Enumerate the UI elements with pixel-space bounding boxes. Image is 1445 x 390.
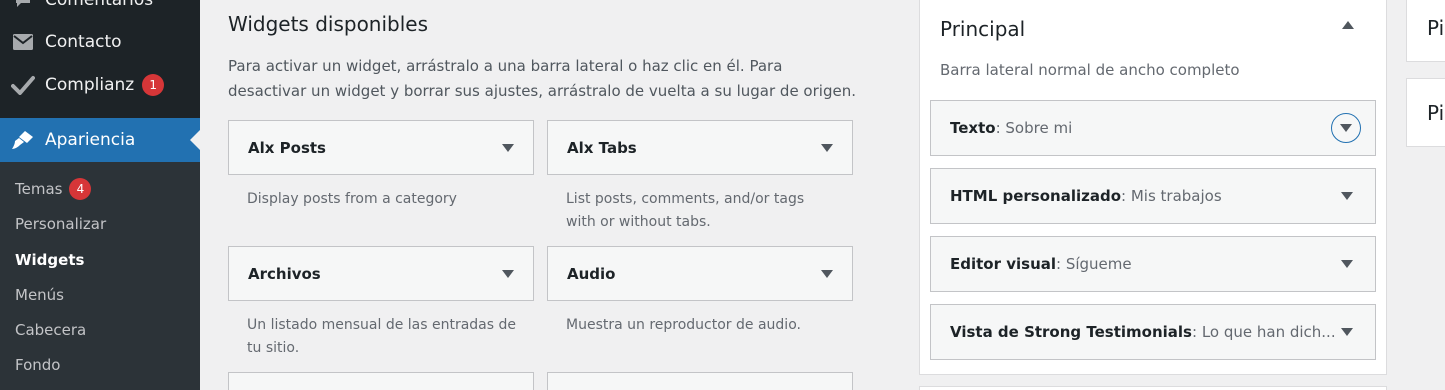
comment-icon (0, 0, 45, 10)
widget-name: Sígueme (1065, 255, 1132, 273)
sidebar-area-principal: Principal Barra lateral normal de ancho … (919, 0, 1387, 375)
submenu-item-label: Fondo (15, 356, 61, 374)
menu-item-label: Comentarios (45, 0, 154, 10)
sidebar-area-title: Pie (1427, 16, 1445, 40)
next-sidebar-area-edge (919, 386, 1387, 390)
submenu-item-label: Menús (15, 286, 64, 304)
widget-title: Archivos (248, 264, 321, 283)
menu-item-label: Apariencia (45, 130, 136, 150)
chevron-down-icon[interactable] (1341, 328, 1353, 336)
menu-item-label: Contacto (45, 32, 122, 52)
chevron-down-icon[interactable] (821, 143, 833, 152)
submenu-item-temas[interactable]: Temas 4 (15, 177, 92, 201)
chevron-down-icon[interactable] (821, 269, 833, 278)
sidebar-widget-testimonials[interactable]: Vista de Strong Testimonials: Lo que han… (930, 304, 1376, 360)
widget-title: Alx Posts (248, 138, 326, 157)
submenu-item-widgets[interactable]: Widgets (15, 248, 84, 272)
chevron-down-icon[interactable] (502, 143, 514, 152)
submenu-item-label: Temas (15, 180, 63, 198)
collapse-toggle-icon[interactable] (1342, 21, 1354, 29)
menu-item-label: Complianz (45, 75, 135, 95)
menu-item-complianz[interactable]: Complianz 1 (0, 63, 200, 107)
chevron-down-icon[interactable] (1341, 192, 1353, 200)
sidebar-widget-editor-visual[interactable]: Editor visual: Sígueme (930, 236, 1376, 292)
widget-description: Muestra un reproductor de audio. (566, 317, 801, 333)
widget-name: Lo que han dich... (1201, 323, 1336, 341)
submenu-item-label: Personalizar (15, 215, 107, 233)
widget-alx-tabs[interactable]: Alx Tabs (547, 120, 853, 175)
submenu-item-cabecera[interactable]: Cabecera (15, 318, 86, 342)
widget-name: Mis trabajos (1130, 187, 1222, 205)
paintbrush-icon (0, 129, 45, 151)
active-indicator (190, 130, 200, 150)
widget-type: Vista de Strong Testimonials (950, 323, 1192, 341)
menu-item-contacto[interactable]: Contacto (0, 20, 200, 64)
widget-audio[interactable]: Audio (547, 246, 853, 301)
widget-name: Sobre mi (1005, 119, 1073, 137)
widget-partial[interactable] (228, 372, 534, 390)
admin-sidebar: Comentarios Contacto Complianz 1 Aparien… (0, 0, 200, 390)
sidebar-area-title[interactable]: Principal (940, 17, 1025, 41)
chevron-down-icon (1340, 124, 1352, 132)
chevron-down-icon[interactable] (502, 269, 514, 278)
sidebar-area-pie-1[interactable]: Pie (1406, 0, 1445, 62)
sidebar-area-description: Barra lateral normal de ancho completo (940, 61, 1240, 79)
submenu-item-fondo[interactable]: Fondo (15, 353, 60, 377)
sidebar-widget-texto[interactable]: Texto: Sobre mi (930, 100, 1376, 156)
widget-type: HTML personalizado (950, 187, 1122, 205)
submenu-item-personalizar[interactable]: Personalizar (15, 212, 106, 236)
widget-archivos[interactable]: Archivos (228, 246, 534, 301)
widget-type: Editor visual (950, 255, 1057, 273)
widget-description: List posts, comments, and/or tags with o… (566, 191, 805, 230)
appearance-submenu: Temas 4 Personalizar Widgets Menús Cabec… (0, 162, 200, 390)
widget-title: Alx Tabs (567, 138, 637, 157)
sidebar-widget-html[interactable]: HTML personalizado: Mis trabajos (930, 168, 1376, 224)
widget-alx-posts[interactable]: Alx Posts (228, 120, 534, 175)
notification-badge: 4 (69, 178, 92, 200)
submenu-item-label: Widgets (15, 251, 85, 269)
available-widgets-title: Widgets disponibles (228, 12, 429, 36)
widget-partial[interactable] (547, 372, 853, 390)
menu-item-apariencia[interactable]: Apariencia (0, 118, 200, 162)
chevron-down-icon[interactable] (1341, 260, 1353, 268)
menu-item-comentarios[interactable]: Comentarios (0, 0, 200, 22)
available-widgets-description: Para activar un widget, arrástralo a una… (228, 57, 856, 100)
sidebar-area-pie-2[interactable]: Pie (1406, 78, 1445, 147)
widget-title: Audio (567, 264, 616, 283)
check-icon (0, 75, 45, 95)
submenu-item-menus[interactable]: Menús (15, 283, 64, 307)
widget-type: Texto (950, 119, 996, 137)
submenu-item-label: Cabecera (15, 321, 87, 339)
widget-description: Display posts from a category (247, 191, 457, 207)
notification-badge: 1 (142, 74, 165, 96)
expand-toggle-button[interactable] (1331, 113, 1361, 143)
mail-icon (0, 33, 45, 51)
sidebar-area-title: Pie (1427, 101, 1445, 125)
widget-description: Un listado mensual de las entradas de tu… (247, 317, 517, 356)
